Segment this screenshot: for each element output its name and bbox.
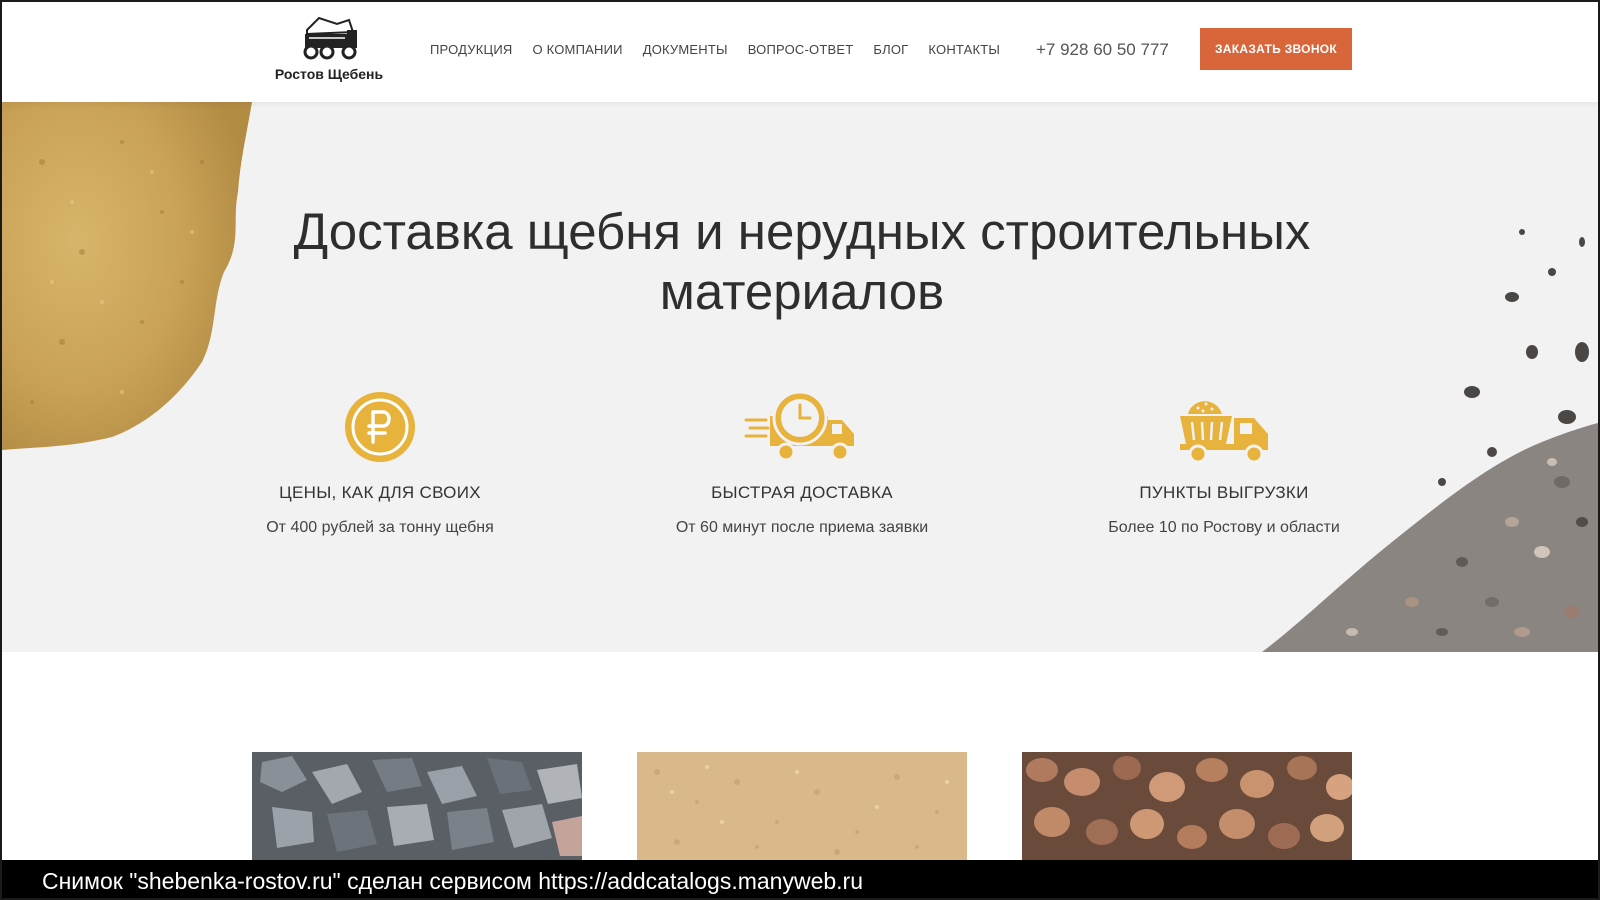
- nav-item-contacts[interactable]: КОНТАКТЫ: [928, 42, 1000, 57]
- feature-title: ЦЕНЫ, КАК ДЛЯ СВОИХ: [279, 483, 481, 502]
- feature-unloading-points: ПУНКТЫ ВЫГРУЗКИ Более 10 по Ростову и об…: [1064, 387, 1384, 537]
- fast-delivery-truck-icon: [744, 390, 854, 462]
- hero-title-line-1: Доставка щебня и нерудных строительных: [293, 203, 1311, 260]
- feature-delivery: БЫСТРАЯ ДОСТАВКА От 60 минут после прием…: [642, 387, 962, 537]
- hero-title: Доставка щебня и нерудных строительных м…: [252, 202, 1352, 322]
- granite-gravel-image: [252, 752, 582, 862]
- feature-title: БЫСТРАЯ ДОСТАВКА: [711, 483, 893, 502]
- screenshot-caption: Снимок "shebenka-rostov.ru" сделан серви…: [2, 860, 1598, 898]
- site-header: Ростов Щебень ПРОДУКЦИЯ О КОМПАНИИ ДОКУМ…: [2, 2, 1598, 102]
- nav-item-about[interactable]: О КОМПАНИИ: [533, 42, 623, 57]
- dump-truck-icon: [1180, 401, 1268, 464]
- hero-section: Доставка щебня и нерудных строительных м…: [2, 102, 1598, 652]
- feature-subtitle: Более 10 по Ростову и области: [1108, 519, 1340, 536]
- page: Ростов Щебень ПРОДУКЦИЯ О КОМПАНИИ ДОКУМ…: [0, 0, 1600, 900]
- product-card-sand[interactable]: [637, 752, 967, 862]
- nav-item-faq[interactable]: ВОПРОС-ОТВЕТ: [748, 42, 854, 57]
- product-card-granite-gravel[interactable]: [252, 752, 582, 862]
- feature-subtitle: От 60 минут после приема заявки: [675, 519, 929, 536]
- feature-prices: ЦЕНЫ, КАК ДЛЯ СВОИХ От 400 рублей за тон…: [220, 387, 540, 537]
- main-nav: ПРОДУКЦИЯ О КОМПАНИИ ДОКУМЕНТЫ ВОПРОС-ОТ…: [430, 42, 1020, 57]
- ruble-coin-icon: [345, 392, 415, 462]
- hero-title-line-2: материалов: [659, 263, 945, 320]
- product-card-expanded-clay[interactable]: [1022, 752, 1352, 862]
- phone-link[interactable]: +7 928 60 50 777: [1036, 40, 1169, 60]
- order-call-button[interactable]: ЗАКАЗАТЬ ЗВОНОК: [1200, 28, 1352, 70]
- nav-item-products[interactable]: ПРОДУКЦИЯ: [430, 42, 513, 57]
- nav-item-documents[interactable]: ДОКУМЕНТЫ: [643, 42, 728, 57]
- dump-truck-logo-icon: [303, 16, 357, 60]
- sand-image: [637, 752, 967, 862]
- expanded-clay-image: [1022, 752, 1352, 862]
- feature-subtitle: От 400 рублей за тонну щебня: [266, 519, 494, 536]
- nav-item-blog[interactable]: БЛОГ: [873, 42, 908, 57]
- brand-name: Ростов Щебень: [274, 66, 384, 82]
- feature-title: ПУНКТЫ ВЫГРУЗКИ: [1139, 483, 1309, 502]
- brand-logo[interactable]: Ростов Щебень: [264, 16, 394, 86]
